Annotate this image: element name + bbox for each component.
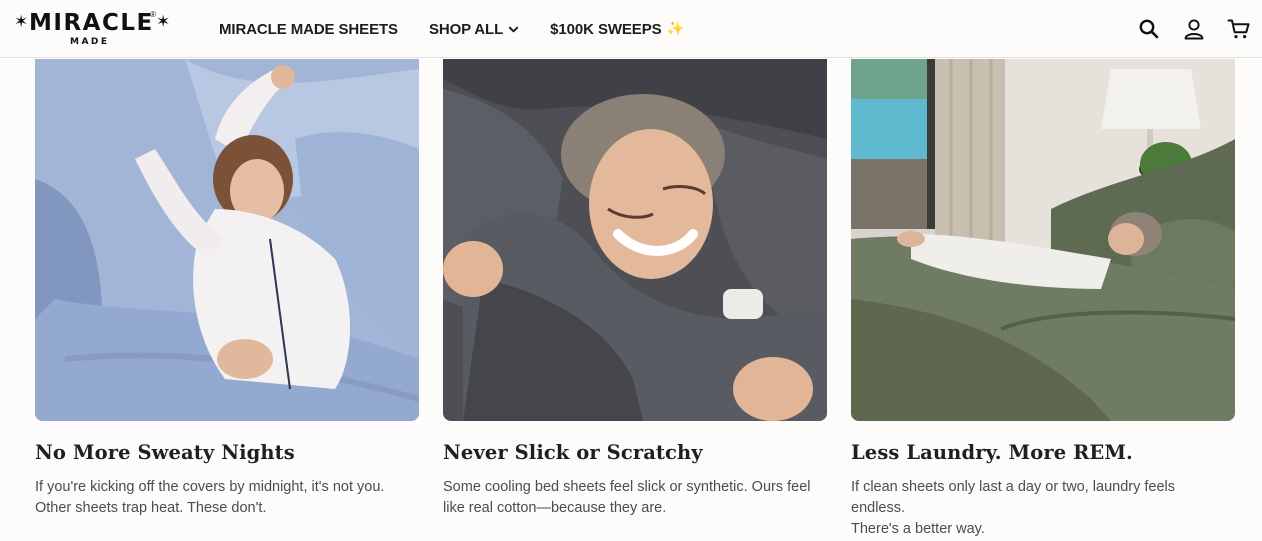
account-icon[interactable] (1182, 17, 1206, 41)
search-icon[interactable] (1137, 17, 1161, 41)
feature-image-green-sheets (851, 59, 1235, 421)
feature-title: No More Sweaty Nights (35, 441, 295, 464)
feature-card-texture: Never Slick or Scratchy Some cooling bed… (443, 59, 827, 519)
woman-sleeping-blue-sheets-illustration (35, 59, 419, 421)
feature-image-blue-sheets (35, 59, 419, 421)
nav-item-shop-all[interactable]: SHOP ALL (429, 21, 519, 38)
feature-description-line: If you're kicking off the covers by midn… (35, 479, 385, 495)
brand-logo[interactable]: ✶ MIRACLE ® ✶ MADE (14, 10, 170, 48)
cart-icon[interactable] (1227, 17, 1251, 41)
nav-item-sweeps[interactable]: $100K SWEEPS ✨ (550, 21, 684, 38)
woman-smiling-gray-sheets-illustration (443, 59, 827, 421)
feature-title: Never Slick or Scratchy (443, 441, 703, 464)
feature-description-line: Some cooling bed sheets feel slick or sy… (443, 479, 811, 495)
feature-title: Less Laundry. More REM. (851, 441, 1133, 464)
site-header: ✶ MIRACLE ® ✶ MADE MIRACLE MADE SHEETS S… (0, 0, 1262, 58)
feature-description-line: Other sheets trap heat. These don't. (35, 500, 267, 516)
feature-card-laundry: Less Laundry. More REM. If clean sheets … (851, 59, 1235, 540)
nav-item-label: $100K SWEEPS (550, 20, 662, 38)
feature-description: If clean sheets only last a day or two, … (851, 477, 1231, 540)
feature-description: Some cooling bed sheets feel slick or sy… (443, 477, 823, 519)
logo-subtitle: MADE (70, 37, 110, 47)
logo-star-left: ✶ (14, 12, 29, 32)
feature-description-line: If clean sheets only last a day or two, … (851, 479, 1176, 516)
logo-star-right: ✶ (156, 12, 171, 32)
main-nav: MIRACLE MADE SHEETS SHOP ALL $100K SWEEP… (219, 0, 715, 58)
feature-card-cooling: No More Sweaty Nights If you're kicking … (35, 59, 419, 519)
feature-description: If you're kicking off the covers by midn… (35, 477, 415, 519)
woman-resting-green-sheets-illustration (851, 59, 1235, 421)
feature-image-gray-sheets (443, 59, 827, 421)
feature-description-line: like real cotton—because they are. (443, 500, 667, 516)
nav-item-label: SHOP ALL (428, 20, 504, 38)
nav-item-miracle-made-sheets[interactable]: MIRACLE MADE SHEETS (219, 21, 398, 38)
nav-item-label: MIRACLE MADE SHEETS (219, 20, 398, 38)
sparkle-icon: ✨ (666, 21, 684, 37)
logo-wordmark: MIRACLE (29, 10, 154, 36)
feature-description-line: There's a better way. (851, 521, 985, 537)
chevron-down-icon (508, 26, 519, 32)
